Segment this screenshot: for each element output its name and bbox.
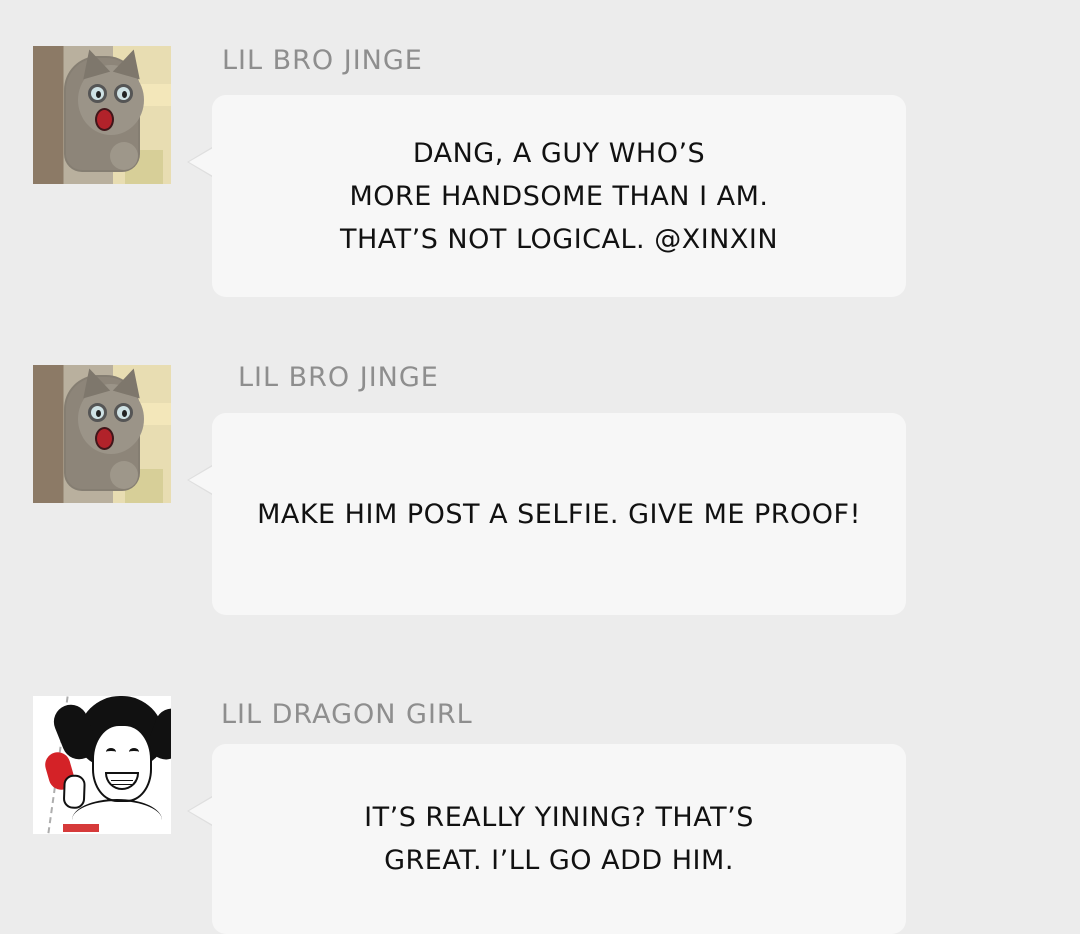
sender-name: LIL DRAGON GIRL (221, 699, 473, 730)
girl-left-eye (106, 748, 116, 756)
cat-paw (110, 142, 138, 170)
cat-mouth (95, 108, 114, 131)
message-line: GREAT. I’LL GO ADD HIM. (384, 845, 734, 876)
cat-mouth (95, 427, 114, 450)
message-line: THAT’S NOT LOGICAL. @XINXIN (339, 223, 779, 255)
avatar[interactable] (33, 365, 171, 503)
girl-avatar-icon (33, 696, 171, 834)
message-text: MAKE HIM POST A SELFIE. GIVE ME PROOF! (257, 493, 861, 536)
message-line: IT’S REALLY YINING? THAT’S (364, 802, 754, 833)
avatar[interactable] (33, 46, 171, 184)
cat-avatar-icon (33, 46, 171, 184)
cat-left-eye (88, 84, 107, 103)
cat-right-eye (114, 403, 133, 422)
cat-left-eye (88, 403, 107, 422)
sender-name: LIL BRO JINGE (222, 45, 423, 76)
message-text: DANG, A GUY WHO’S MORE HANDSOME THAN I A… (340, 132, 778, 261)
cat-right-eye (114, 84, 133, 103)
cat-avatar-icon (33, 365, 171, 503)
message-line: MORE HANDSOME THAN I AM. (349, 180, 769, 212)
cat-paw (110, 461, 138, 489)
avatar[interactable] (33, 696, 171, 834)
girl-right-eye (129, 748, 139, 756)
message-bubble[interactable]: IT’S REALLY YINING? THAT’S GREAT. I’LL G… (187, 744, 906, 934)
message-line: DANG, A GUY WHO’S (412, 137, 706, 169)
message-text: IT’S REALLY YINING? THAT’S GREAT. I’LL G… (364, 796, 754, 882)
girl-face (92, 724, 152, 802)
message-bubble[interactable]: MAKE HIM POST A SELFIE. GIVE ME PROOF! (187, 413, 906, 615)
chat-thread: LIL BRO JINGE DANG, A GUY WHO’S MORE HAN… (0, 0, 1080, 934)
sender-name: LIL BRO JINGE (238, 362, 439, 393)
message-line: MAKE HIM POST A SELFIE. GIVE ME PROOF! (257, 498, 861, 530)
red-stamp (63, 824, 99, 832)
message-bubble[interactable]: DANG, A GUY WHO’S MORE HANDSOME THAN I A… (187, 95, 906, 297)
